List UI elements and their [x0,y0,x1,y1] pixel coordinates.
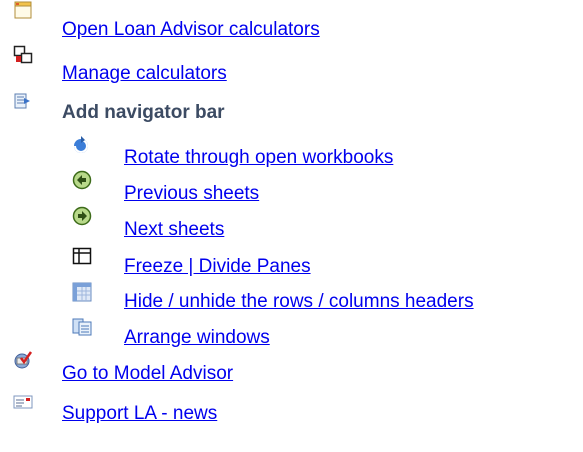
next-arrow-icon [72,206,92,226]
navigator-bar-heading: Add navigator bar [62,102,225,123]
previous-sheets-link[interactable]: Previous sheets [124,183,259,205]
previous-arrow-icon [72,170,92,190]
envelope-icon [13,392,33,412]
rotate-workbooks-link[interactable]: Rotate through open workbooks [124,147,393,169]
manage-windows-icon [13,45,33,65]
model-advisor-link[interactable]: Go to Model Advisor [62,363,233,385]
rotate-icon [72,135,92,155]
window-app-icon [13,0,33,20]
freeze-panes-icon [72,246,92,266]
support-news-link[interactable]: Support LA - news [62,403,217,425]
next-sheets-link[interactable]: Next sheets [124,219,224,241]
arrange-windows-icon [72,317,92,337]
hide-headers-link[interactable]: Hide / unhide the rows / columns headers [124,291,474,313]
manage-calculators-link[interactable]: Manage calculators [62,63,227,85]
model-advisor-icon [13,350,33,370]
navigator-bar-icon [13,91,33,111]
arrange-windows-link[interactable]: Arrange windows [124,327,270,349]
headers-grid-icon [72,282,92,302]
freeze-panes-link[interactable]: Freeze | Divide Panes [124,256,311,278]
open-calculators-link[interactable]: Open Loan Advisor calculators [62,19,320,41]
